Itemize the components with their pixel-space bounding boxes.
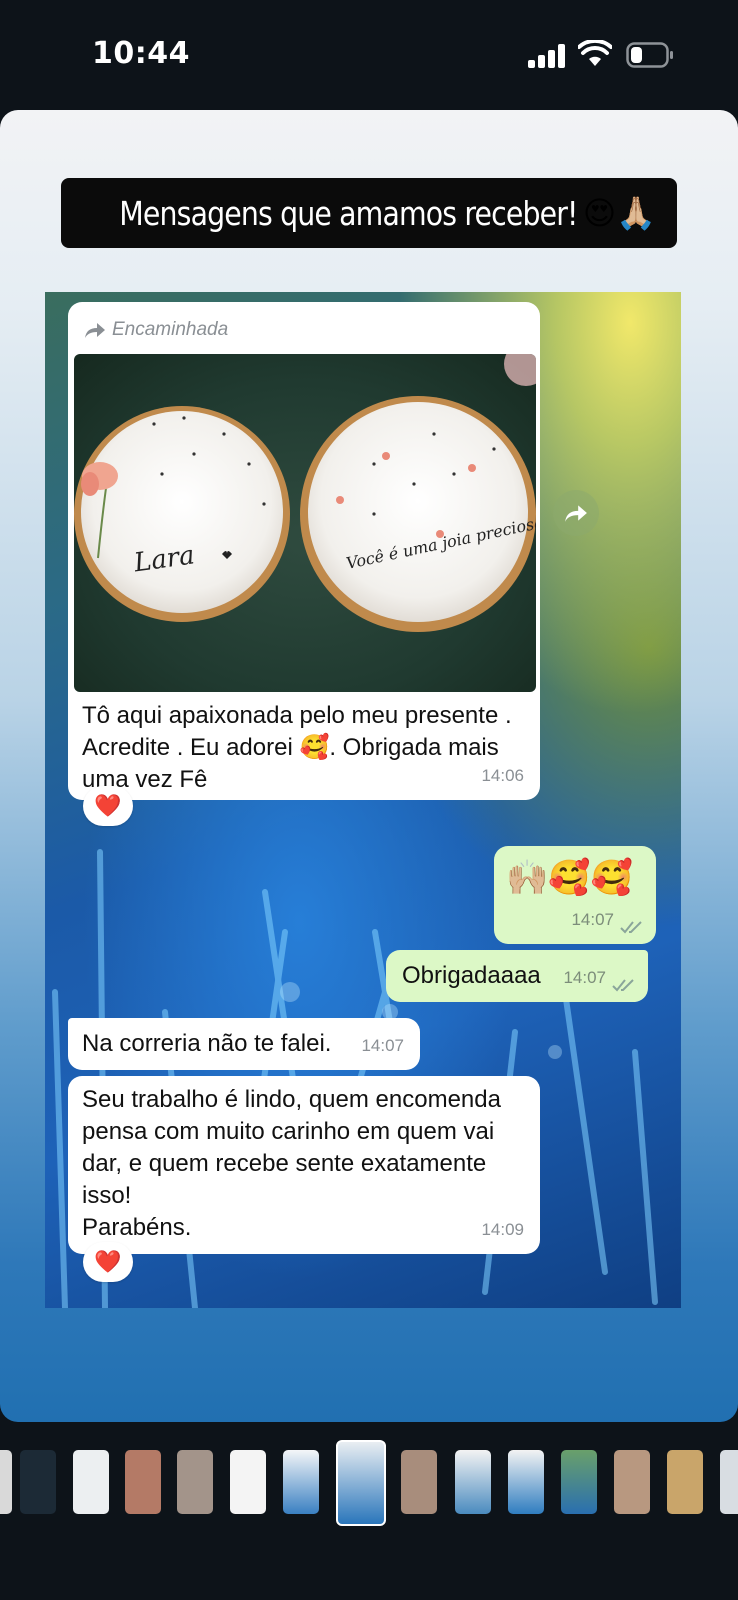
message-time: 14:07 <box>571 910 614 929</box>
message-bubble-out[interactable]: Obrigadaaaa 14:07 <box>386 950 648 1002</box>
story-thumbnail[interactable] <box>73 1450 109 1514</box>
double-check-icon <box>612 979 634 992</box>
message-time: 14:07 <box>361 1036 404 1055</box>
story-thumbnail[interactable] <box>720 1450 738 1514</box>
chat-screenshot: Encaminhada Lara Você é uma joia precios… <box>45 292 681 1308</box>
message-time: 14:07 <box>563 968 606 987</box>
battery-icon <box>626 42 673 68</box>
story-thumbnail[interactable] <box>508 1450 544 1514</box>
heart-reaction[interactable]: ❤️ <box>83 1242 133 1282</box>
story-thumbnail[interactable] <box>0 1450 12 1514</box>
double-check-icon <box>620 921 642 934</box>
ceramic-plates-image: Lara Você é uma joia preciosa! <box>74 354 536 632</box>
share-icon <box>565 505 587 522</box>
story-thumbnail[interactable] <box>283 1450 319 1514</box>
message-bubble-in[interactable]: Na correria não te falei. 14:07 <box>68 1018 420 1070</box>
story-card[interactable]: Mensagens que amamos receber! 😍🙏🏼 Encami… <box>0 110 738 1422</box>
story-thumbnail-active[interactable] <box>336 1440 386 1526</box>
story-thumbnail[interactable] <box>125 1450 161 1514</box>
headline-text: Mensagens que amamos receber! <box>119 193 578 233</box>
forwarded-photo[interactable]: Lara Você é uma joia preciosa! <box>74 354 536 692</box>
message-time: 14:09 <box>481 1220 524 1239</box>
forward-arrow-icon <box>85 323 105 338</box>
message-text: Seu trabalho é lindo, quem encomenda pen… <box>82 1086 501 1241</box>
headline-banner: Mensagens que amamos receber! 😍🙏🏼 <box>61 178 677 248</box>
message-bubble-emoji[interactable]: 🙌🏼🥰🥰 14:07 <box>494 846 656 944</box>
story-thumbnail[interactable] <box>455 1450 491 1514</box>
forwarded-label: Encaminhada <box>84 314 228 346</box>
story-thumbnail[interactable] <box>561 1450 597 1514</box>
message-text: 🙌🏼🥰🥰 <box>506 859 634 897</box>
story-thumbnail[interactable] <box>177 1450 213 1514</box>
story-thumbnail[interactable] <box>230 1450 266 1514</box>
message-time: 14:06 <box>481 766 524 785</box>
story-thumbnail[interactable] <box>667 1450 703 1514</box>
message-text: Tô aqui apaixonada pelo meu presente . A… <box>82 702 512 793</box>
message-bubble-in[interactable]: Seu trabalho é lindo, quem encomenda pen… <box>68 1076 540 1254</box>
message-text: Obrigadaaaa <box>402 962 541 989</box>
story-thumbnail-strip[interactable] <box>0 1440 738 1530</box>
heart-reaction[interactable]: ❤️ <box>83 786 133 826</box>
signal-icon <box>528 44 568 68</box>
story-thumbnail[interactable] <box>401 1450 437 1514</box>
headline-emoji: 😍🙏🏼 <box>582 195 657 231</box>
wifi-icon <box>578 40 612 66</box>
story-thumbnail[interactable] <box>614 1450 650 1514</box>
message-bubble-forwarded[interactable]: Encaminhada Lara Você é uma joia precios… <box>68 302 540 800</box>
share-button[interactable] <box>553 490 599 536</box>
status-time: 10:44 <box>92 36 190 71</box>
story-thumbnail[interactable] <box>20 1450 56 1514</box>
message-text: Na correria não te falei. <box>82 1030 332 1057</box>
